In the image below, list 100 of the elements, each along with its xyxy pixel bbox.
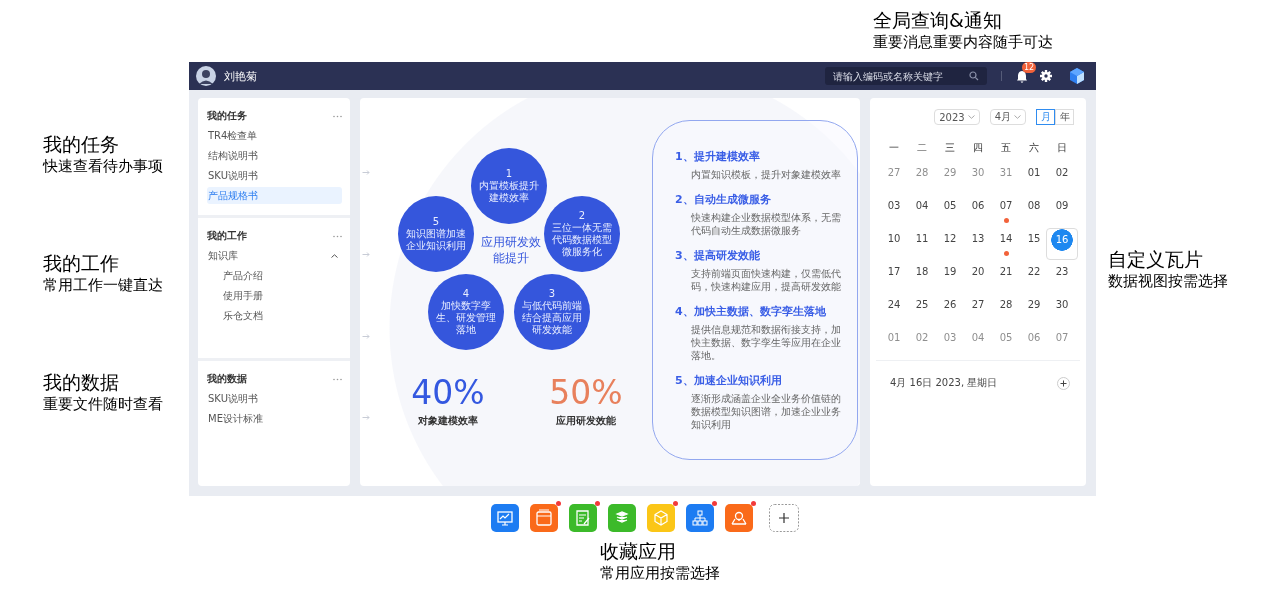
calendar-day[interactable]: 26 (939, 294, 961, 324)
calendar-day[interactable]: 29 (1023, 294, 1045, 324)
search-icon[interactable] (969, 71, 979, 81)
view-toggle[interactable]: 月 (1036, 109, 1055, 125)
annotation-subtitle: 常用工作一键直达 (43, 275, 164, 296)
weekday-label: 三 (944, 141, 956, 155)
sidebar-item[interactable]: TR4检查单 (207, 127, 342, 144)
calendar-day[interactable]: 01 (1023, 162, 1045, 192)
calendar-day[interactable]: 28 (995, 294, 1017, 324)
selected-date: 4月 16日 2023, 星期日 (890, 376, 998, 390)
sidebar-item[interactable]: SKU说明书 (207, 167, 342, 184)
feature-description: 提供信息规范和数据衔接支持，加快主数据、数字孪生等应用在企业落地。 (691, 323, 842, 362)
sidebar-item[interactable]: 结构说明书 (207, 147, 342, 164)
bell-icon[interactable] (1016, 69, 1028, 83)
center-title: 应用研发效能提升 (480, 234, 542, 266)
calendar-day[interactable]: 25 (911, 294, 933, 324)
chart-monitor-icon[interactable] (491, 504, 519, 532)
calendar-day[interactable]: 05 (939, 195, 961, 225)
annotation-subtitle: 快速查看待办事项 (43, 156, 164, 177)
more-icon[interactable] (333, 114, 342, 118)
feature-title: 2、自动生成微服务 (675, 192, 772, 207)
feature-description: 内置知识模板，提升对象建模效率 (691, 168, 842, 181)
annotation-title: 我的数据 (43, 370, 120, 394)
arrow-icon (362, 252, 370, 257)
sidebar-item[interactable]: 乐仓文档 (207, 307, 342, 324)
hierarchy-icon[interactable] (686, 504, 714, 532)
calendar-day[interactable]: 13 (967, 228, 989, 258)
cube-logo-icon (1068, 67, 1086, 85)
cycle-node: 5 知识图谱加速企业知识利用 (398, 196, 474, 272)
calendar-day[interactable]: 21 (995, 261, 1017, 291)
cycle-node: 1 内置模板提升建模效率 (471, 148, 547, 224)
calendar-day[interactable]: 20 (967, 261, 989, 291)
annotation-title: 自定义瓦片 (1108, 247, 1204, 271)
calendar-day[interactable]: 08 (1023, 195, 1045, 225)
feature-title: 3、提高研发效能 (675, 248, 761, 263)
annotation-subtitle: 常用应用按需选择 (600, 563, 721, 584)
annotation-title: 收藏应用 (600, 539, 677, 563)
search-field[interactable]: 请输入编码或名称关键字 (825, 67, 987, 85)
add-icon[interactable] (1057, 376, 1070, 390)
feature-description: 快速构建企业数据模型体系，无需代码自动生成数据微服务 (691, 211, 842, 237)
calendar-day[interactable]: 09 (1051, 195, 1073, 225)
user-name[interactable]: 刘艳菊 (224, 68, 257, 84)
calendar-day[interactable]: 18 (911, 261, 933, 291)
cycle-node: 2 三位一体无需代码数据模型微服务化 (544, 196, 620, 272)
sidebar-item[interactable]: 产品介绍 (207, 267, 342, 284)
calendar-day[interactable]: 16 (1046, 228, 1078, 260)
calendar-day[interactable]: 12 (939, 228, 961, 258)
calendar-day[interactable]: 17 (883, 261, 905, 291)
calendar-day[interactable]: 19 (939, 261, 961, 291)
sidebar-item[interactable]: SKU说明书 (207, 390, 342, 407)
avatar-icon[interactable] (196, 66, 216, 86)
more-icon[interactable] (333, 377, 342, 381)
notification-badge: 12 (1022, 61, 1037, 73)
caret-up-icon[interactable] (331, 253, 338, 258)
chevron-down-icon (1014, 115, 1021, 119)
stat-value: 50% (548, 374, 624, 412)
calendar-day[interactable]: 11 (911, 228, 933, 258)
location-pin-icon[interactable] (725, 504, 753, 532)
annotation-title: 全局查询&通知 (873, 8, 1003, 32)
sidebar-item[interactable]: 产品规格书 (207, 187, 342, 204)
settings-icon[interactable] (1040, 70, 1052, 82)
annotation-subtitle: 重要文件随时查看 (43, 394, 164, 415)
note-icon[interactable] (569, 504, 597, 532)
calendar-day[interactable]: 24 (883, 294, 905, 324)
cycle-node: 3 与低代码前端结合提高应用研发效能 (514, 274, 590, 350)
stat-label: 应用研发效能 (555, 414, 617, 428)
weekday-label: 二 (916, 141, 928, 155)
arrow-icon (362, 170, 370, 175)
calendar-day[interactable]: 14 (995, 228, 1017, 258)
calendar-day[interactable]: 27 (967, 294, 989, 324)
dropdown[interactable]: 2023 (934, 109, 980, 125)
section-title: 我的数据 (207, 372, 247, 386)
view-toggle[interactable]: 年 (1055, 109, 1074, 125)
feature-title: 5、加速企业知识利用 (675, 373, 783, 388)
calendar-day[interactable]: 10 (883, 228, 905, 258)
calendar-day[interactable]: 22 (1023, 261, 1045, 291)
calendar-day[interactable]: 02 (1051, 162, 1073, 192)
calendar-day[interactable]: 30 (1051, 294, 1073, 324)
cube-icon[interactable] (647, 504, 675, 532)
dropdown[interactable]: 4月 (989, 109, 1026, 125)
weekday-label: 一 (888, 141, 900, 155)
chevron-down-icon (967, 115, 975, 119)
feature-description: 逐渐形成涵盖企业全业务价值链的数据模型知识图谱，加速企业业务知识利用 (691, 392, 842, 431)
calendar-day[interactable]: 15 (1023, 228, 1045, 258)
sidebar-item[interactable]: 使用手册 (207, 287, 342, 304)
calendar-day[interactable]: 07 (995, 195, 1017, 225)
cycle-node: 4 加快数字孪生、研发管理落地 (428, 274, 504, 350)
stat-value: 40% (410, 374, 486, 412)
weekday-label: 六 (1028, 141, 1040, 155)
calendar-day[interactable]: 06 (967, 195, 989, 225)
sidebar-item[interactable]: ME设计标准 (207, 410, 342, 427)
annotation-subtitle: 数据视图按需选择 (1108, 271, 1228, 292)
calendar-day[interactable]: 04 (911, 195, 933, 225)
window-icon[interactable] (530, 504, 558, 532)
more-icon[interactable] (333, 234, 342, 238)
layers-icon[interactable] (608, 504, 636, 532)
sidebar-item[interactable]: 知识库 (207, 247, 342, 264)
arrow-icon (362, 334, 370, 339)
calendar-day[interactable]: 03 (883, 195, 905, 225)
calendar-day[interactable]: 23 (1051, 261, 1073, 291)
